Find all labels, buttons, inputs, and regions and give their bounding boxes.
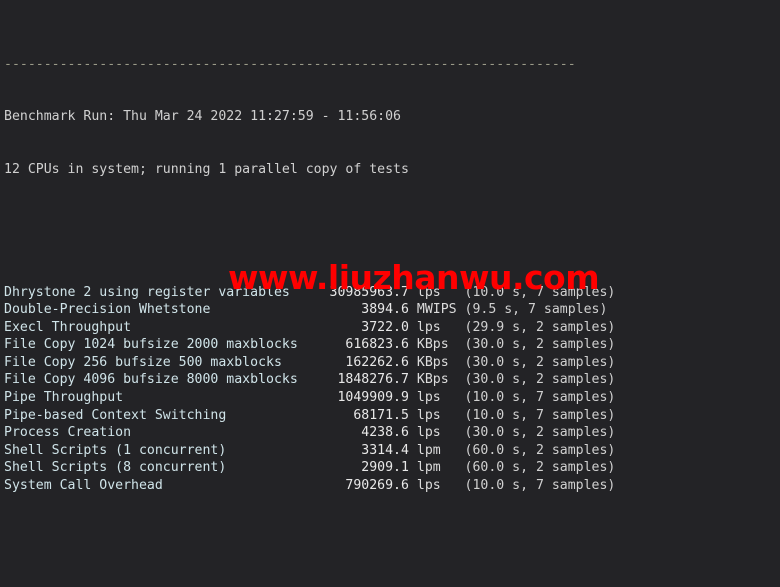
- benchmark-unit: lps: [408, 477, 465, 493]
- benchmark-unit: lps: [408, 284, 465, 300]
- benchmark-value: 790269.6: [313, 477, 409, 493]
- terminal-window: ----------------------------------------…: [0, 0, 780, 587]
- benchmark-unit: KBps: [408, 354, 465, 370]
- benchmark-timing: (10.0 s, 7 samples): [464, 390, 616, 406]
- benchmark-timing: (30.0 s, 2 samples): [464, 354, 616, 370]
- benchmark-name: Double-Precision Whetstone: [4, 302, 314, 318]
- benchmark-unit: KBps: [408, 372, 465, 388]
- top-divider-rule: ----------------------------------------…: [4, 56, 576, 72]
- benchmark-value: 2909.1: [313, 460, 409, 476]
- benchmark-timing: (60.0 s, 2 samples): [464, 460, 616, 476]
- benchmark-result-row: Process Creation 4238.6 lps (30.0 s, 2 s…: [4, 424, 615, 442]
- benchmark-unit: lps: [408, 407, 465, 423]
- benchmark-name: Process Creation: [4, 425, 314, 441]
- benchmark-value: 4238.6: [313, 425, 409, 441]
- benchmark-unit: KBps: [408, 337, 465, 353]
- benchmark-name: File Copy 4096 bufsize 8000 maxblocks: [4, 372, 314, 388]
- benchmark-unit: lps: [408, 390, 465, 406]
- benchmark-name: Shell Scripts (1 concurrent): [4, 442, 314, 458]
- benchmark-timing: (29.9 s, 2 samples): [464, 319, 616, 335]
- terminal-screen: ----------------------------------------…: [0, 0, 615, 587]
- benchmark-name: System Call Overhead: [4, 477, 314, 493]
- benchmark-result-row: Pipe Throughput 1049909.9 lps (10.0 s, 7…: [4, 389, 615, 407]
- benchmark-name: Pipe-based Context Switching: [4, 407, 314, 423]
- benchmark-result-row: Execl Throughput 3722.0 lps (29.9 s, 2 s…: [4, 319, 615, 337]
- benchmark-value: 68171.5: [313, 407, 409, 423]
- benchmark-result-row: File Copy 1024 bufsize 2000 maxblocks 61…: [4, 336, 615, 354]
- benchmark-timing: (30.0 s, 2 samples): [464, 372, 616, 388]
- benchmark-timing: (30.0 s, 2 samples): [464, 425, 616, 441]
- benchmark-name: File Copy 256 bufsize 500 maxblocks: [4, 354, 314, 370]
- benchmark-timing: (10.0 s, 7 samples): [464, 284, 616, 300]
- benchmark-value: 162262.6: [313, 354, 409, 370]
- benchmark-unit: lps: [408, 319, 465, 335]
- benchmark-result-row: File Copy 4096 bufsize 8000 maxblocks 18…: [4, 371, 615, 389]
- benchmark-value: 616823.6: [313, 337, 409, 353]
- benchmark-result-row: Pipe-based Context Switching 68171.5 lps…: [4, 407, 615, 425]
- benchmark-name: Shell Scripts (8 concurrent): [4, 460, 314, 476]
- benchmark-unit: lps: [408, 425, 465, 441]
- benchmark-value: 1848276.7: [313, 372, 409, 388]
- benchmark-run-line: Benchmark Run: Thu Mar 24 2022 11:27:59 …: [4, 109, 401, 125]
- benchmark-unit: lpm: [408, 442, 465, 458]
- benchmark-result-row: System Call Overhead 790269.6 lps (10.0 …: [4, 477, 615, 495]
- benchmark-value: 1049909.9: [313, 390, 409, 406]
- benchmark-value: 3894.6: [313, 302, 409, 318]
- benchmark-name: Dhrystone 2 using register variables: [4, 284, 314, 300]
- benchmark-result-row: Dhrystone 2 using register variables 309…: [4, 284, 615, 302]
- benchmark-value: 3314.4: [313, 442, 409, 458]
- benchmark-unit: MWIPS: [408, 302, 465, 318]
- benchmark-name: Execl Throughput: [4, 319, 314, 335]
- cpu-count-line: 12 CPUs in system; running 1 parallel co…: [4, 161, 409, 177]
- benchmark-results-block: Dhrystone 2 using register variables 309…: [4, 284, 615, 495]
- benchmark-result-row: Double-Precision Whetstone 3894.6 MWIPS …: [4, 301, 615, 319]
- benchmark-timing: (10.0 s, 7 samples): [464, 407, 616, 423]
- benchmark-result-row: File Copy 256 bufsize 500 maxblocks 1622…: [4, 354, 615, 372]
- benchmark-timing: (60.0 s, 2 samples): [464, 442, 616, 458]
- benchmark-name: File Copy 1024 bufsize 2000 maxblocks: [4, 337, 314, 353]
- benchmark-name: Pipe Throughput: [4, 390, 314, 406]
- benchmark-result-row: Shell Scripts (8 concurrent) 2909.1 lpm …: [4, 459, 615, 477]
- benchmark-timing: (9.5 s, 7 samples): [464, 302, 608, 318]
- benchmark-value: 3722.0: [313, 319, 409, 335]
- benchmark-value: 30985963.7: [313, 284, 409, 300]
- benchmark-result-row: Shell Scripts (1 concurrent) 3314.4 lpm …: [4, 442, 615, 460]
- benchmark-timing: (30.0 s, 2 samples): [464, 337, 616, 353]
- benchmark-unit: lpm: [408, 460, 465, 476]
- benchmark-timing: (10.0 s, 7 samples): [464, 477, 616, 493]
